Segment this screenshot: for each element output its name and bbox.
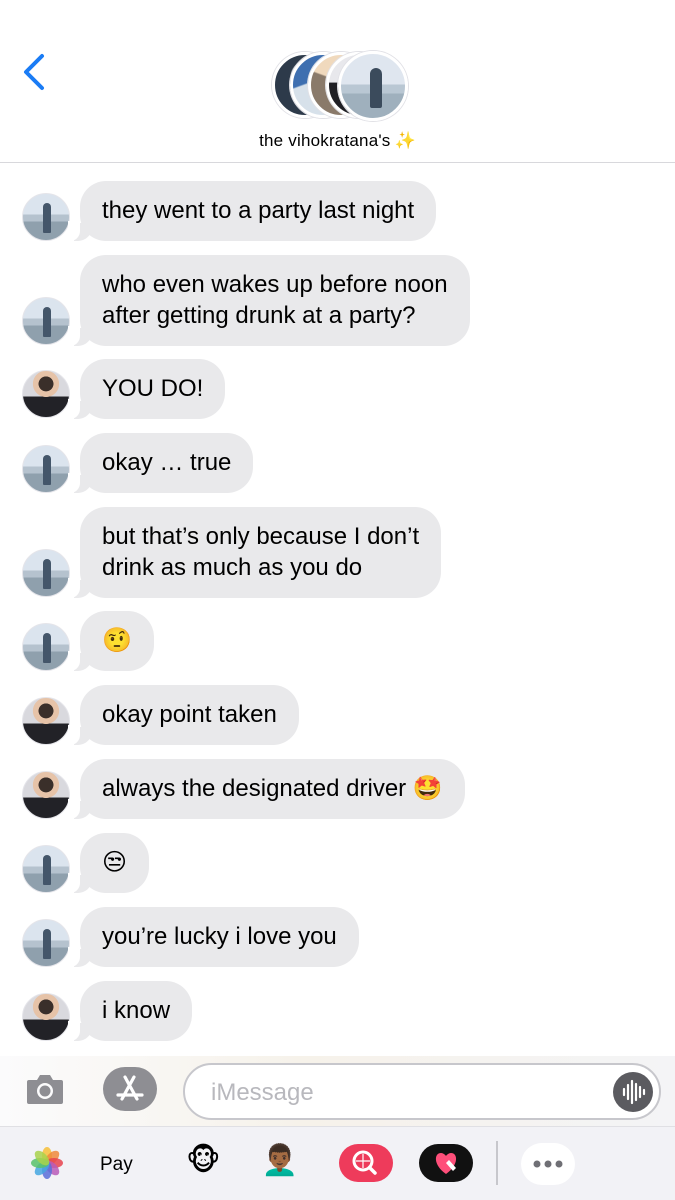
avatar[interactable] (22, 623, 70, 671)
photos-icon (31, 1147, 63, 1179)
group-name-text: the vihokratana's (259, 131, 391, 150)
avatar[interactable] (22, 445, 70, 493)
group-title[interactable]: the vihokratana's ✨ (0, 131, 675, 151)
audio-waveform-icon (622, 1079, 646, 1105)
message-bubble[interactable]: but that’s only because I don’t drink as… (67, 507, 442, 598)
camera-icon (27, 1075, 63, 1104)
chevron-left-icon (24, 54, 44, 90)
message-bubble[interactable]: okay point taken (68, 685, 299, 745)
avatar[interactable] (22, 919, 70, 967)
monkey-memoji-icon: 🐵 (186, 1144, 221, 1177)
message-bubble[interactable]: you’re lucky i love you (68, 907, 359, 967)
digital-touch-icon (435, 1153, 457, 1174)
conversation-header: the vihokratana's ✨ (0, 0, 675, 163)
group-member-avatar (338, 51, 408, 121)
avatar[interactable] (22, 549, 70, 597)
message-bubble[interactable]: YOU DO! (67, 359, 226, 419)
apple-pay-app-button[interactable]: Pay (100, 1154, 156, 1190)
apple-pay-label: Pay (100, 1154, 133, 1175)
message-bubble[interactable]: 🤨 (68, 611, 154, 671)
image-search-app-button[interactable] (339, 1144, 393, 1182)
avatar[interactable] (22, 771, 70, 819)
message-bubble[interactable]: they went to a party last night (67, 181, 437, 241)
compose-bar: iMessage (0, 1056, 675, 1126)
message-bubble[interactable]: who even wakes up before noon after gett… (68, 255, 470, 346)
audio-message-button[interactable] (613, 1072, 653, 1112)
avatar[interactable] (22, 697, 70, 745)
avatar[interactable] (22, 297, 70, 345)
avatar[interactable] (22, 370, 70, 418)
camera-button[interactable] (25, 1071, 65, 1107)
drawer-divider (496, 1141, 498, 1185)
memoji-stickers-icon: 👨🏾‍🦱 (261, 1144, 299, 1177)
app-drawer: Pay 🐵 👨🏾‍🦱 (0, 1126, 675, 1200)
back-button[interactable] (18, 52, 52, 92)
input-placeholder: iMessage (211, 1079, 314, 1106)
more-dots-icon (533, 1160, 563, 1168)
message-bubble[interactable]: 😒 (67, 833, 150, 893)
message-bubble[interactable]: always the designated driver 🤩 (68, 759, 465, 819)
app-store-icon (116, 1075, 144, 1101)
photos-app-button[interactable] (31, 1147, 63, 1183)
digital-touch-app-button[interactable] (419, 1144, 473, 1182)
avatar[interactable] (22, 993, 70, 1041)
imessage-input[interactable]: iMessage (183, 1063, 661, 1120)
avatar[interactable] (22, 193, 70, 241)
sparkles-icon: ✨ (394, 131, 416, 150)
memoji-stickers-app-button[interactable]: 👨🏾‍🦱 (261, 1143, 319, 1179)
group-avatar-stack[interactable] (272, 51, 408, 121)
message-thread[interactable]: they went to a party last night who even… (0, 164, 675, 1056)
web-image-search-icon (352, 1150, 377, 1175)
avatar[interactable] (22, 845, 70, 893)
message-bubble[interactable]: okay … true (67, 433, 254, 493)
message-bubble[interactable]: i know (67, 981, 193, 1041)
app-store-button[interactable] (103, 1067, 157, 1111)
animoji-app-button[interactable]: 🐵 (186, 1143, 224, 1179)
more-apps-button[interactable] (521, 1143, 575, 1185)
